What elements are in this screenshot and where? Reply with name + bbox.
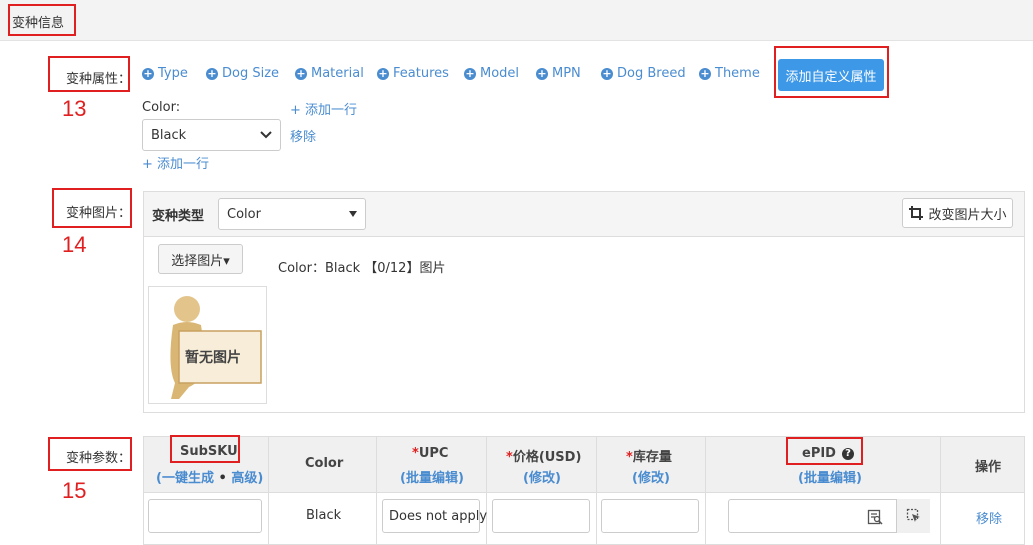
- subsku-actions: (一键生成 • 高级): [156, 471, 264, 486]
- th-price: *价格(USD): [506, 450, 582, 465]
- th-stock: *库存量: [626, 450, 672, 465]
- annotation-box-custom: [774, 46, 889, 98]
- col-divider: [376, 437, 377, 545]
- annotation-box-header: [8, 4, 76, 36]
- attr-option-dog-size[interactable]: + Dog Size: [206, 66, 279, 81]
- color-label: Color:: [142, 100, 181, 115]
- resize-image-button[interactable]: 改变图片大小: [902, 198, 1013, 228]
- plus-circle-icon: +: [601, 66, 613, 80]
- attr-option-dog-breed[interactable]: + Dog Breed: [601, 66, 686, 81]
- attr-option-features[interactable]: + Features: [377, 66, 449, 81]
- th-upc: *UPC: [412, 446, 449, 461]
- variant-type-label: 变种类型: [152, 209, 205, 224]
- stock-input[interactable]: [601, 499, 699, 533]
- color-select[interactable]: Black: [142, 119, 281, 151]
- attr-option-theme[interactable]: + Theme: [699, 66, 760, 81]
- col-divider: [705, 437, 706, 545]
- price-edit-link[interactable]: (修改): [523, 467, 561, 486]
- chevron-down-icon: [260, 131, 272, 139]
- attr-option-mpn[interactable]: + MPN: [536, 66, 581, 81]
- remove-row-link[interactable]: 移除: [976, 508, 1002, 527]
- add-row-top-link[interactable]: + 添加一行: [290, 99, 357, 118]
- epid-field[interactable]: [728, 499, 930, 533]
- attr-option-model[interactable]: + Model: [464, 66, 519, 81]
- cursor-select-icon: [906, 508, 920, 522]
- annotation-box-epid: [786, 437, 863, 465]
- table-divider: [144, 492, 1024, 493]
- attr-option-material[interactable]: + Material: [295, 66, 364, 81]
- plus-circle-icon: +: [699, 66, 711, 80]
- annotation-box-subsku: [170, 435, 240, 463]
- epid-batch-edit-link[interactable]: (批量编辑): [798, 467, 862, 486]
- plus-circle-icon: +: [464, 66, 476, 80]
- plus-circle-icon: +: [377, 66, 389, 80]
- row-color: Black: [306, 508, 342, 523]
- remove-color-link[interactable]: 移除: [290, 126, 316, 145]
- annotation-number-14: 14: [62, 232, 87, 257]
- no-image-text: 暂无图片: [185, 350, 241, 366]
- price-input[interactable]: [492, 499, 590, 533]
- caret-down-icon: [349, 211, 357, 217]
- annotation-box-attributes: [48, 56, 130, 92]
- upc-batch-edit-link[interactable]: (批量编辑): [400, 467, 464, 486]
- plus-circle-icon: +: [295, 66, 307, 80]
- select-image-button[interactable]: 选择图片▾: [158, 244, 243, 274]
- col-divider: [596, 437, 597, 545]
- image-info: Color：Black 【0/12】图片: [278, 261, 446, 276]
- section-header: [0, 0, 1033, 41]
- annotation-box-images: [52, 188, 132, 228]
- attr-option-type[interactable]: + Type: [142, 66, 188, 81]
- search-list-icon[interactable]: [867, 509, 883, 525]
- th-action: 操作: [975, 460, 1002, 475]
- th-color: Color: [305, 456, 344, 471]
- image-placeholder: 暂无图片: [148, 286, 267, 404]
- col-divider: [486, 437, 487, 545]
- no-image-figure-icon: [170, 296, 262, 399]
- advanced-link[interactable]: 高级: [231, 471, 257, 486]
- annotation-number-15: 15: [62, 478, 87, 503]
- crop-icon: [909, 206, 924, 220]
- annotation-number-13: 13: [62, 96, 87, 121]
- col-divider: [940, 437, 941, 545]
- upc-input[interactable]: Does not apply: [382, 499, 487, 533]
- generate-sku-link[interactable]: 一键生成: [162, 471, 214, 486]
- variant-type-select[interactable]: Color: [218, 198, 366, 230]
- plus-circle-icon: +: [206, 66, 218, 80]
- table-header: [144, 437, 1024, 492]
- annotation-box-params: [48, 437, 132, 471]
- add-row-bottom-link[interactable]: + 添加一行: [142, 153, 209, 172]
- subsku-input[interactable]: [148, 499, 262, 533]
- epid-select-button[interactable]: [896, 499, 930, 533]
- plus-circle-icon: +: [536, 66, 548, 80]
- plus-circle-icon: +: [142, 66, 154, 80]
- col-divider: [268, 437, 269, 545]
- stock-edit-link[interactable]: (修改): [632, 467, 670, 486]
